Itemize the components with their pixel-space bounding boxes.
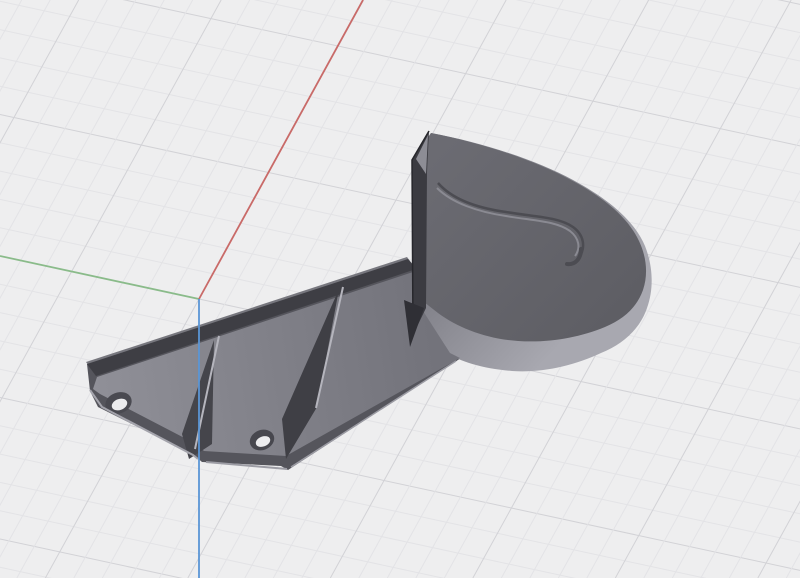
grid-minor-line — [0, 0, 165, 300]
grid-minor-line — [0, 0, 251, 455]
grid-minor-line — [0, 0, 108, 196]
grid-minor-line — [700, 396, 800, 578]
grid-major-line — [777, 0, 800, 5]
grid-minor-line — [0, 85, 800, 260]
grid-major-line — [757, 500, 800, 578]
grid-minor-line — [253, 0, 800, 119]
grid-minor-line — [0, 29, 800, 203]
viewport-3d-canvas[interactable] — [0, 0, 800, 578]
grid-major-line — [0, 397, 800, 571]
grid-minor-line — [384, 0, 800, 90]
boss-top-face[interactable] — [414, 133, 647, 342]
grid-minor-line — [515, 0, 800, 62]
grid-minor-line — [0, 0, 194, 351]
grid-minor-line — [0, 0, 800, 175]
grid-major-line — [122, 0, 800, 147]
grid-minor-line — [0, 57, 800, 232]
cad-viewport[interactable] — [0, 0, 800, 578]
y-axis-green — [0, 255, 200, 300]
grid-minor-line — [16, 0, 336, 578]
model-bracket[interactable] — [86, 130, 652, 470]
